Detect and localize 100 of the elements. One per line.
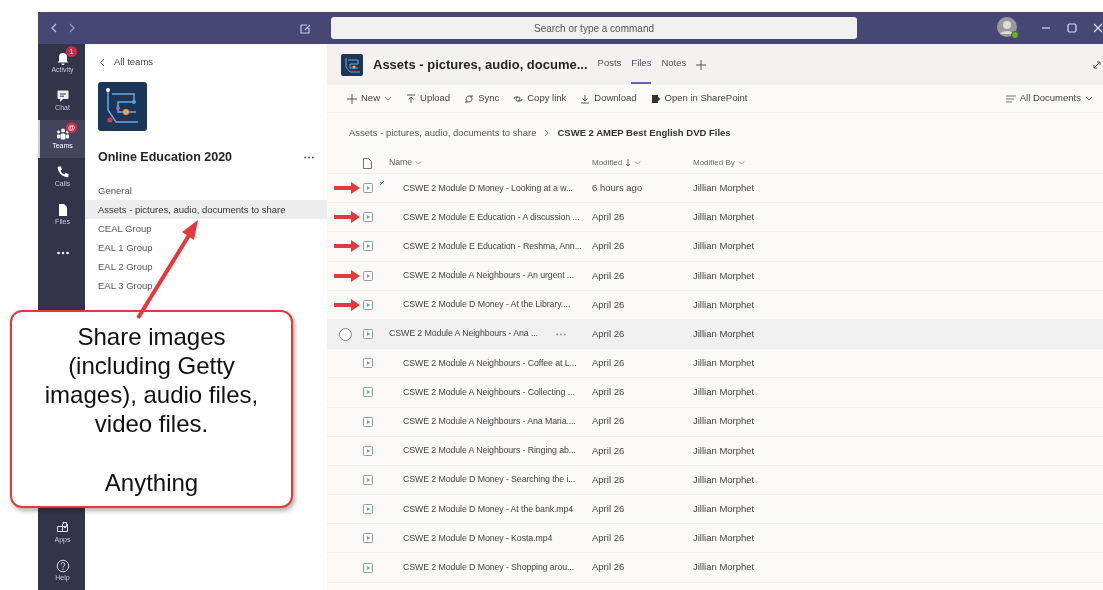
channel-tab[interactable]: Posts [597, 45, 622, 84]
modified-by: Jillian Morphet [693, 473, 755, 485]
video-file-icon [363, 445, 373, 456]
file-row[interactable]: CSWE 2 Module D Money - Looking at a w... 6 hours ago Jillian Morphet [327, 174, 1103, 204]
file-row[interactable]: CSWE 2 Module E Education - A discussion ... April 26 Jillian Morphet [327, 203, 1103, 233]
modified-by: Jillian Morphet [693, 240, 755, 252]
team-name: Online Education 2020 [98, 148, 233, 166]
channel-item[interactable]: Assets - pictures, audio, documents to share [85, 200, 327, 219]
help-icon [55, 558, 70, 573]
more-options-icon [555, 332, 566, 336]
file-row[interactable]: CSWE 2 Module D Money - At the Library.... April 26 Jillian Morphet [327, 290, 1103, 320]
close-icon [1093, 23, 1103, 33]
file-name[interactable]: CSWE 2 Module D Money - Searching the i... [403, 473, 576, 487]
file-row[interactable]: CSWE 2 Module E Education - Reshma, Ann... April 26 Jillian Morphet [327, 232, 1103, 262]
file-row[interactable]: CSWE 2 Module D Money - Shopping arou... April 26 Jillian Morphet [327, 553, 1103, 583]
modified-date: April 26 [592, 444, 625, 456]
select-circle[interactable] [339, 327, 352, 341]
channel-item[interactable]: General [85, 181, 327, 200]
modified-date: April 26 [592, 211, 625, 223]
file-row[interactable]: CSWE 2 Module A Neighbours - Collecting ... April 26 Jillian Morphet [327, 378, 1103, 408]
file-name[interactable]: CSWE 2 Module A Neighbours - Ana ... [389, 327, 538, 341]
video-file-icon [363, 562, 373, 573]
file-name[interactable]: CSWE 2 Module E Education - Reshma, Ann... [403, 239, 582, 254]
file-row[interactable]: CSWE 2 Module A Neighbours - Ana Maria.... April 26 Jillian Morphet [327, 407, 1103, 437]
file-name[interactable]: CSWE 2 Module A Neighbours - Ringing ab... [403, 444, 576, 458]
modified-date: 6 hours ago [592, 181, 643, 193]
modified-by: Jillian Morphet [693, 386, 755, 398]
modified-by: Jillian Morphet [693, 532, 755, 544]
sync-icon [464, 93, 475, 104]
more-options-icon [304, 155, 314, 159]
file-name[interactable]: CSWE 2 Module A Neighbours - Coffee at L... [403, 356, 577, 370]
callout-text: Anything [104, 467, 199, 497]
channel-item[interactable]: EAL 2 Group [85, 257, 327, 276]
modified-date: April 26 [592, 240, 625, 252]
phone-icon [55, 164, 70, 179]
modified-by: Jillian Morphet [693, 181, 755, 193]
column-header[interactable]: Modified [592, 157, 642, 169]
file-name[interactable]: CSWE 2 Module D Money - Kosta.mp4 [403, 531, 553, 545]
chevron-down-icon [384, 96, 392, 101]
callout-text: Share images (including Getty images), audio files, video files. [43, 321, 260, 438]
apps-icon [55, 520, 70, 535]
avatar-icon [997, 17, 1019, 39]
modified-by: Jillian Morphet [693, 561, 755, 573]
file-row[interactable]: CSWE 2 Module A Neighbours - Ana ... April 26 Jillian Morphet [327, 319, 1103, 350]
modified-by: Jillian Morphet [693, 269, 755, 281]
team-logo-icon [98, 82, 147, 131]
channel-tab[interactable]: Files [631, 45, 652, 84]
file-row[interactable]: CSWE 2 Module D Money - Searching the i... April 26 Jillian Morphet [327, 465, 1103, 496]
channel-tab[interactable]: Notes [661, 45, 687, 84]
file-row[interactable]: CSWE 2 Module A Neighbours - An urgent ... April 26 Jillian Morphet [327, 261, 1103, 291]
file-row[interactable]: CSWE 2 Module A Neighbours - Coffee at L... April 26 Jillian Morphet [327, 349, 1103, 379]
file-name[interactable]: CSWE 2 Module D Money - Looking at a w... [403, 181, 573, 195]
file-name[interactable]: CSWE 2 Module E Education - A discussion ... [403, 210, 580, 224]
column-header[interactable]: Name [389, 156, 423, 170]
breadcrumb-link[interactable]: Assets - pictures, audio, documents to share [349, 125, 537, 141]
breadcrumb-current: CSWE 2 AMEP Best English DVD Files [557, 125, 731, 140]
file-name[interactable]: CSWE 2 Module A Neighbours - Collecting ... [403, 385, 575, 399]
toolbar-button[interactable]: Download [580, 91, 637, 106]
file-row[interactable]: CSWE 2 Module D Money - Kosta.mp4 April 26 Jillian Morphet [327, 524, 1103, 554]
modified-date: April 26 [592, 473, 625, 485]
toolbar-button[interactable]: Sync [464, 91, 500, 106]
file-row[interactable]: CSWE 2 Module A Neighbours - Ringing ab... April 26 Jillian Morphet [327, 436, 1103, 466]
compose-icon [300, 22, 311, 34]
modified-date: April 26 [592, 532, 625, 544]
chat-icon [55, 88, 70, 103]
modified-date: April 26 [592, 561, 625, 573]
modified-date: April 26 [592, 298, 625, 310]
channel-item[interactable]: EAL 1 Group [85, 238, 327, 257]
toolbar-button[interactable]: Upload [406, 91, 451, 106]
channel-item[interactable]: CEAL Group [85, 219, 327, 238]
upload-icon [406, 93, 416, 104]
video-file-icon [363, 329, 373, 340]
file-row[interactable]: CSWE 2 Module D Money - At the bank.mp4 April 26 Jillian Morphet [327, 495, 1103, 525]
maximize-icon [1067, 23, 1077, 33]
file-name[interactable]: CSWE 2 Module A Neighbours - An urgent ... [403, 269, 574, 283]
modified-by: Jillian Morphet [693, 357, 755, 369]
all-teams-link[interactable]: All teams [85, 52, 327, 72]
channel-logo-icon [341, 53, 363, 76]
chevron-down-icon [1085, 96, 1093, 101]
list-icon [1005, 94, 1016, 103]
people-icon [55, 126, 70, 141]
file-name[interactable]: CSWE 2 Module D Money - At the bank.mp4 [403, 502, 574, 516]
toolbar-button[interactable]: Open in SharePoint [650, 91, 748, 106]
file-name[interactable]: CSWE 2 Module D Money - Shopping arou... [403, 560, 575, 575]
toolbar-button[interactable]: Copy link [513, 91, 567, 106]
chevron-down-icon [634, 161, 642, 165]
view-dropdown[interactable]: All Documents [1005, 91, 1093, 106]
modified-date: April 26 [592, 415, 625, 427]
sort-arrow-icon [625, 159, 632, 167]
file-name[interactable]: CSWE 2 Module A Neighbours - Ana Maria.... [403, 415, 576, 429]
modified-date: April 26 [592, 386, 625, 398]
modified-by: Jillian Morphet [693, 327, 755, 339]
video-file-icon [363, 474, 373, 485]
search-field[interactable]: Search or type a command [331, 17, 857, 39]
file-name[interactable]: CSWE 2 Module D Money - At the Library.... [403, 298, 571, 312]
column-header[interactable]: Modified By [693, 157, 745, 169]
channel-item[interactable]: EAL 3 Group [85, 276, 327, 295]
toolbar-button[interactable]: New [347, 91, 392, 106]
expand-icon [1093, 60, 1101, 69]
modified-by: Jillian Morphet [693, 444, 755, 456]
